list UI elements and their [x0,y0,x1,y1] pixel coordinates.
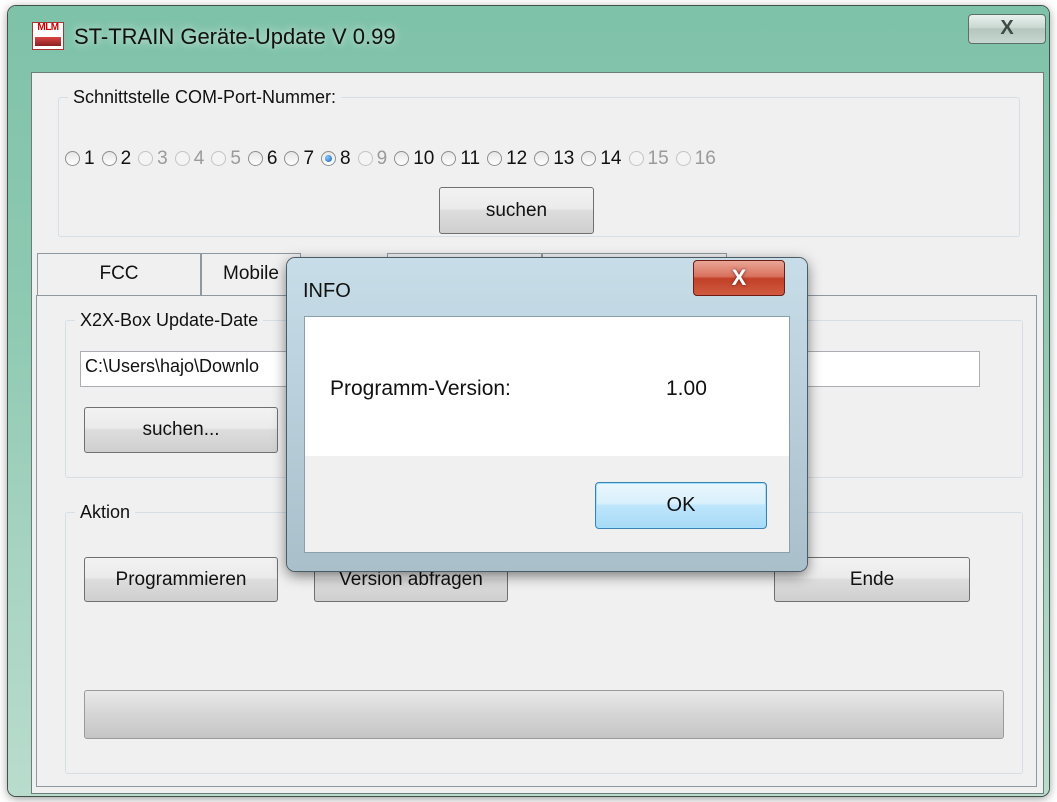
com-port-radio-14[interactable]: 14 [581,148,622,170]
tab-mobile[interactable]: Mobile [201,253,301,295]
com-port-radio-label: 16 [694,148,716,169]
action-legend: Aktion [80,502,131,522]
com-port-radio-7[interactable]: 7 [284,148,314,170]
update-file-legend: X2X-Box Update-Date [80,310,259,330]
dialog-footer: OK [305,456,789,552]
com-port-radio-5: 5 [211,148,241,170]
com-port-radio-label: 12 [506,148,528,169]
com-port-radio-row: 1 2 3 4 5 6 7 8 9 10 11 12 13 14 15 16 [65,148,723,170]
com-port-radio-label: 10 [413,148,435,169]
com-port-radio-12[interactable]: 12 [487,148,527,170]
com-port-radio-9: 9 [357,148,388,170]
window-close-button[interactable]: X [968,14,1046,44]
radio-circle-icon[interactable] [321,151,337,166]
com-port-group: Schnittstelle COM-Port-Nummer: 123456789… [58,87,1020,237]
com-port-radio-3: 3 [138,148,168,170]
program-button[interactable]: Programmieren [84,557,278,602]
radio-circle-icon [211,151,227,166]
radio-circle-icon[interactable] [581,151,597,166]
com-port-radio-1[interactable]: 1 [65,148,95,170]
program-version-label: Programm-Version: [330,377,511,400]
radio-circle-icon[interactable] [394,151,410,166]
radio-circle-icon [174,151,190,166]
radio-circle-icon [675,151,691,166]
com-port-radio-label: 4 [193,148,205,169]
com-port-radio-label: 13 [553,148,575,169]
window-title: ST-TRAIN Geräte-Update V 0.99 [74,24,396,49]
com-port-radio-label: 5 [230,148,241,169]
com-port-radio-10[interactable]: 10 [394,148,434,170]
browse-file-button[interactable]: suchen... [84,407,278,453]
tab-fcc[interactable]: FCC [37,253,201,295]
radio-circle-icon[interactable] [65,151,80,166]
com-port-radio-13[interactable]: 13 [534,148,574,170]
com-port-radio-label: 14 [600,148,622,169]
com-port-radio-6[interactable]: 6 [247,148,278,170]
dialog-title: INFO [303,280,351,302]
com-port-radio-2[interactable]: 2 [101,148,132,170]
com-port-radio-15: 15 [628,148,669,170]
com-port-radio-4: 4 [174,148,205,170]
app-icon-text: MLM [37,22,59,33]
com-port-radio-16: 16 [675,148,716,170]
radio-circle-icon[interactable] [101,151,117,166]
com-port-radio-label: 8 [340,148,351,169]
com-port-radio-label: 3 [157,148,168,169]
com-port-radio-label: 6 [266,148,278,169]
dialog-close-button[interactable]: X [693,260,785,296]
dialog-body: Programm-Version: 1.00 OK [304,316,790,553]
radio-circle-icon [357,151,373,166]
radio-circle-icon[interactable] [534,151,550,166]
com-port-radio-8[interactable]: 8 [321,148,351,170]
radio-circle-icon[interactable] [487,151,503,166]
app-icon: MLM [32,22,64,50]
com-port-radio-label: 7 [303,148,315,169]
radio-circle-icon[interactable] [284,151,300,166]
radio-circle-icon[interactable] [441,151,457,166]
close-icon: X [1000,17,1014,39]
com-port-radio-label: 11 [460,148,481,169]
close-icon: X [731,265,747,290]
com-port-radio-label: 1 [84,148,95,169]
com-port-radio-11[interactable]: 11 [441,148,480,170]
info-dialog: INFO X Programm-Version: 1.00 OK [287,258,807,571]
com-port-radio-label: 2 [120,148,132,169]
com-search-button[interactable]: suchen [439,187,594,234]
radio-circle-icon[interactable] [247,151,263,166]
app-icon-strip [35,37,61,46]
com-port-radio-label: 9 [376,148,388,169]
progress-bar [84,690,1004,739]
radio-circle-icon [628,151,644,166]
radio-circle-icon [138,151,154,166]
com-port-radio-label: 15 [647,148,669,169]
com-port-legend: Schnittstelle COM-Port-Nummer: [73,87,337,107]
program-version-value: 1.00 [666,377,707,400]
ok-button[interactable]: OK [595,482,767,529]
